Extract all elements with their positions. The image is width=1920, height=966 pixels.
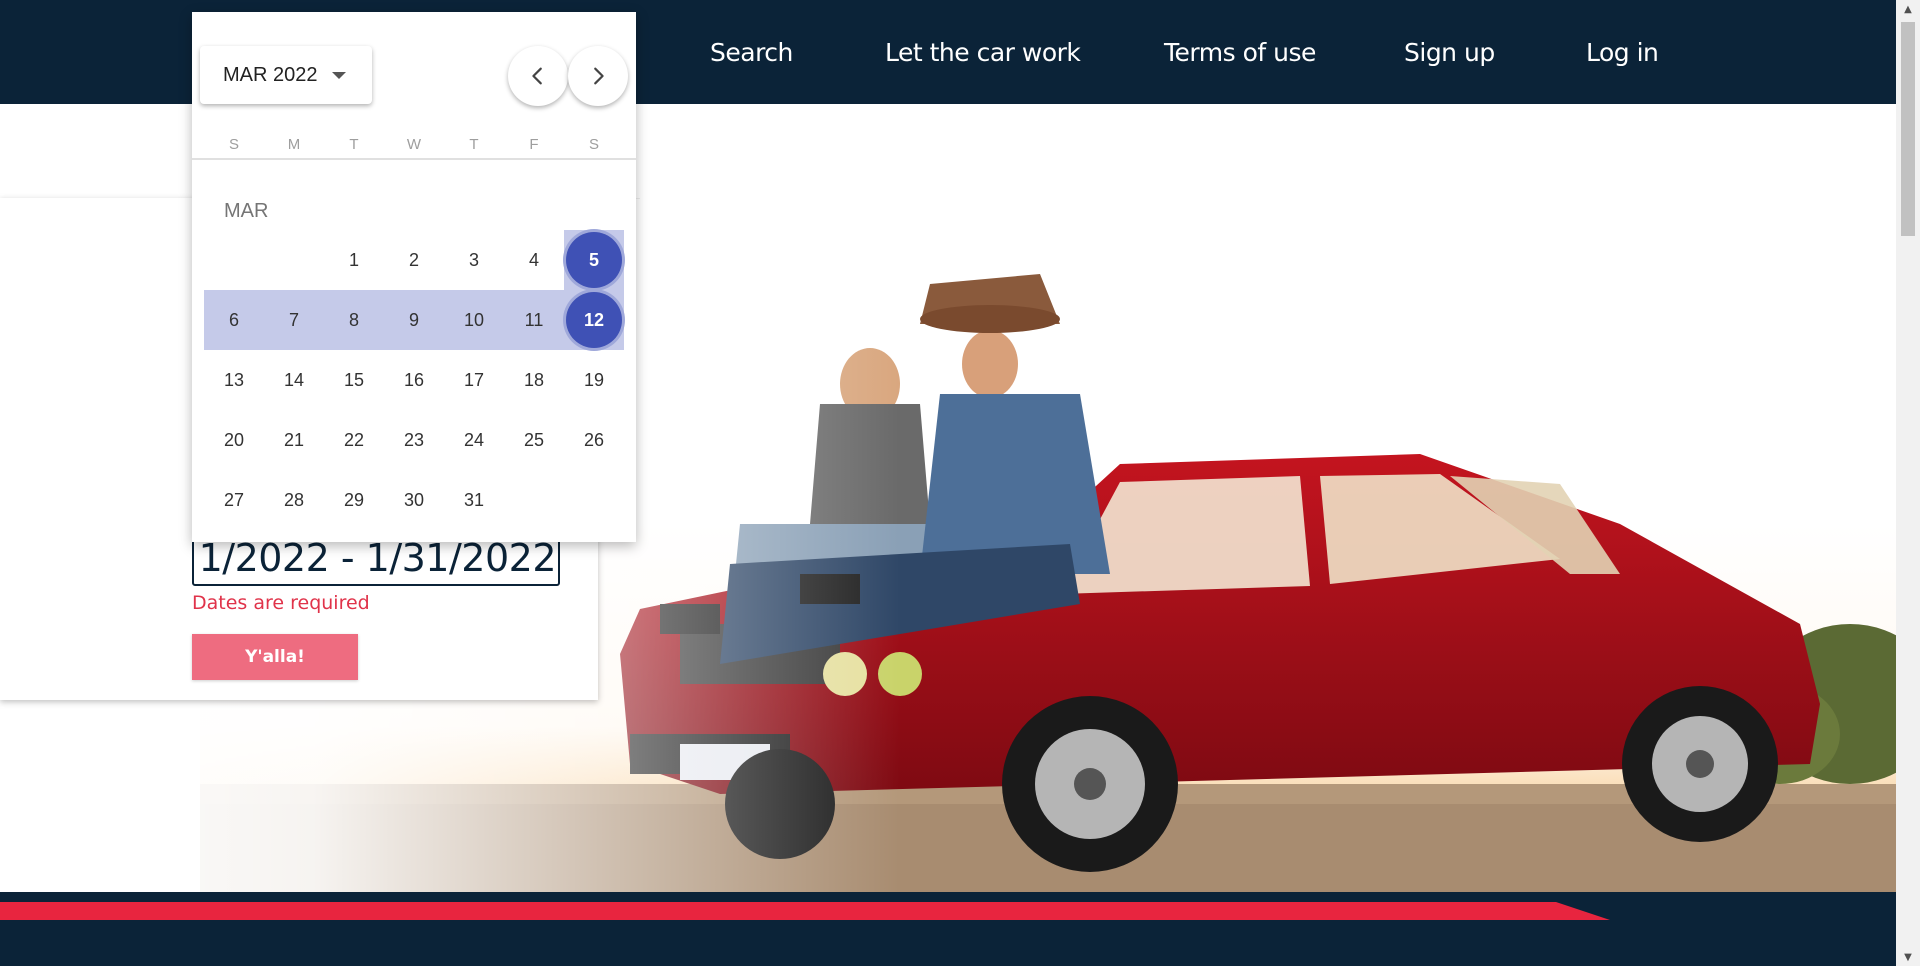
calendar-day[interactable]: 10	[446, 292, 502, 348]
calendar-day[interactable]: 11	[506, 292, 562, 348]
caret-down-icon	[331, 71, 346, 79]
calendar-day[interactable]: 21	[266, 412, 322, 468]
weekday-label: T	[469, 136, 479, 153]
calendar-month-label: MAR	[224, 200, 269, 222]
calendar-day[interactable]: 6	[206, 292, 262, 348]
month-year-label: MAR 2022	[223, 63, 318, 86]
weekday-label: W	[406, 136, 422, 153]
nav-let-the-car-work[interactable]: Let the car work	[885, 38, 1081, 67]
calendar-day[interactable]: 9	[386, 292, 442, 348]
accent-stripe	[0, 902, 1610, 920]
calendar-divider	[192, 158, 636, 160]
date-picker-popup: MAR 2022 S M T W T F S MAR 1 2 3 4 5 6 7…	[192, 12, 636, 542]
calendar-day[interactable]: 16	[386, 352, 442, 408]
next-month-button[interactable]	[568, 46, 628, 106]
calendar-day[interactable]: 20	[206, 412, 262, 468]
weekday-label: M	[287, 136, 301, 153]
chevron-right-icon	[594, 67, 604, 85]
month-year-selector[interactable]: MAR 2022	[200, 46, 372, 104]
calendar-day[interactable]: 23	[386, 412, 442, 468]
calendar-day[interactable]: 29	[326, 472, 382, 528]
calendar-day[interactable]: 3	[446, 232, 502, 288]
calendar-day[interactable]: 30	[386, 472, 442, 528]
calendar-day[interactable]: 1	[326, 232, 382, 288]
date-range-value: 1/2022 - 1/31/2022	[198, 536, 557, 580]
chevron-left-icon	[532, 67, 542, 85]
weekday-header: S M T W T F S	[204, 136, 624, 160]
previous-month-button[interactable]	[508, 46, 568, 106]
weekday-label: F	[529, 136, 539, 153]
weekday-label: S	[588, 136, 599, 153]
calendar-day[interactable]: 31	[446, 472, 502, 528]
calendar-day[interactable]: 27	[206, 472, 262, 528]
calendar-day[interactable]: 17	[446, 352, 502, 408]
weekday-label: S	[228, 136, 239, 153]
calendar-day-range-end[interactable]: 12	[566, 292, 622, 348]
calendar-day[interactable]: 4	[506, 232, 562, 288]
submit-search-button[interactable]: Y'alla!	[192, 634, 358, 680]
calendar-day[interactable]: 15	[326, 352, 382, 408]
calendar-day[interactable]: 2	[386, 232, 442, 288]
nav-sign-up[interactable]: Sign up	[1404, 38, 1495, 67]
calendar-day[interactable]: 19	[566, 352, 622, 408]
calendar-day[interactable]: 13	[206, 352, 262, 408]
calendar-day[interactable]: 14	[266, 352, 322, 408]
calendar-day[interactable]: 7	[266, 292, 322, 348]
scroll-thumb[interactable]	[1901, 22, 1915, 236]
nav-log-in[interactable]: Log in	[1586, 38, 1659, 67]
nav-search[interactable]: Search	[710, 38, 793, 67]
calendar-day[interactable]: 25	[506, 412, 562, 468]
nav-terms-of-use[interactable]: Terms of use	[1164, 38, 1316, 67]
calendar-day-range-start[interactable]: 5	[566, 232, 622, 288]
calendar-day[interactable]: 8	[326, 292, 382, 348]
calendar-day[interactable]: 18	[506, 352, 562, 408]
dates-error-message: Dates are required	[192, 592, 370, 614]
calendar-day[interactable]: 28	[266, 472, 322, 528]
page: Search Let the car work Terms of use Sig…	[0, 0, 1920, 966]
calendar-day[interactable]: 26	[566, 412, 622, 468]
calendar-day[interactable]: 22	[326, 412, 382, 468]
weekday-label: T	[349, 136, 359, 153]
page-scrollbar[interactable]: ▲ ▼	[1896, 0, 1920, 966]
calendar-day[interactable]: 24	[446, 412, 502, 468]
scroll-up-arrow-icon[interactable]: ▲	[1896, 0, 1920, 18]
scroll-down-arrow-icon[interactable]: ▼	[1896, 948, 1920, 966]
